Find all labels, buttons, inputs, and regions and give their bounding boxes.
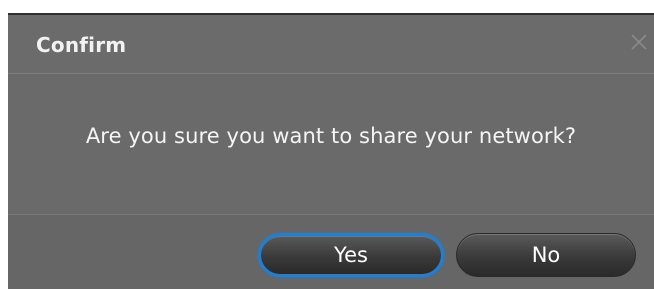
dialog-footer: Yes No bbox=[8, 214, 654, 289]
dialog-body: Are you sure you want to share your netw… bbox=[8, 74, 654, 214]
dialog-titlebar: Confirm bbox=[8, 15, 654, 74]
yes-button[interactable]: Yes bbox=[258, 233, 444, 277]
confirm-message: Are you sure you want to share your netw… bbox=[85, 124, 577, 148]
dialog-title: Confirm bbox=[36, 33, 127, 57]
no-button[interactable]: No bbox=[456, 233, 636, 277]
confirm-dialog: Confirm Are you sure you want to share y… bbox=[8, 13, 654, 289]
close-icon[interactable] bbox=[628, 31, 650, 53]
